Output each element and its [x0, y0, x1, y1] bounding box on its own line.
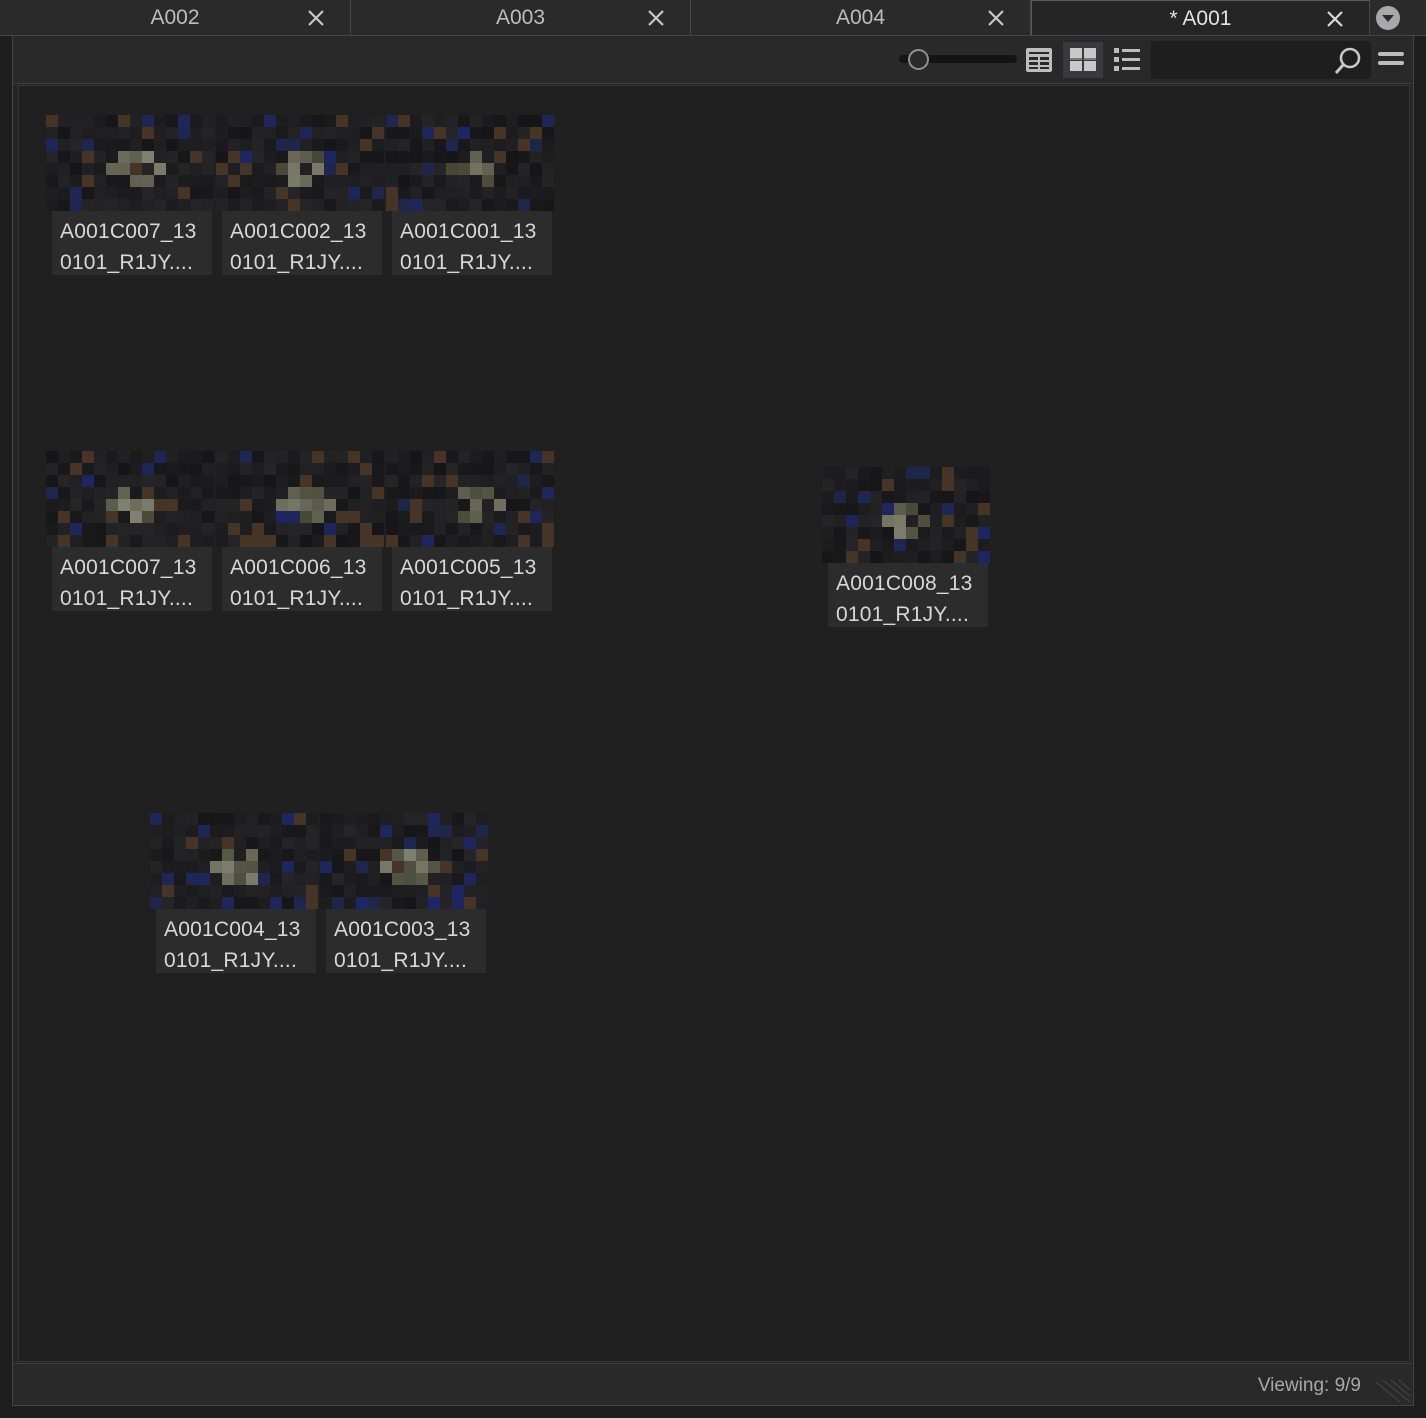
clip-name-line2: 0101_R1JY.... — [60, 251, 193, 274]
thumbnail-view-button[interactable] — [1063, 42, 1103, 78]
clip-thumbnail — [150, 813, 318, 909]
clip-name-line1: A001C007_13 — [60, 556, 197, 579]
clip-name-line1: A001C007_13 — [60, 220, 197, 243]
clip-thumbnail — [320, 813, 488, 909]
options-menu-icon[interactable] — [1377, 50, 1405, 72]
clip-name-line1: A001C008_13 — [836, 572, 973, 595]
tab-label: A002 — [150, 5, 200, 29]
clip-name-line2: 0101_R1JY.... — [230, 587, 363, 610]
clip-name: A001C007_13 0101_R1JY.... — [52, 547, 212, 611]
clip-name-line2: 0101_R1JY.... — [400, 251, 533, 274]
close-icon[interactable] — [306, 8, 326, 28]
chevron-down-icon — [1376, 6, 1400, 30]
clip-name-line1: A001C006_13 — [230, 556, 367, 579]
clip-name-line2: 0101_R1JY.... — [836, 603, 969, 626]
metadata-view-icon — [1026, 48, 1052, 72]
tab-a002[interactable]: A002 — [0, 0, 351, 36]
clip-thumbnail — [216, 451, 384, 547]
metadata-view-button[interactable] — [1019, 42, 1059, 78]
tab-label: A004 — [835, 5, 886, 29]
clip-name-line1: A001C001_13 — [400, 220, 537, 243]
clip-name: A001C005_13 0101_R1JY.... — [392, 547, 552, 611]
clip-thumbnail — [46, 115, 214, 211]
viewing-count: Viewing: 9/9 — [1257, 1375, 1361, 1396]
thumbnail-size-slider-handle[interactable] — [908, 49, 929, 70]
tab-a003[interactable]: A003 — [351, 0, 691, 36]
tab-label: * A001 — [1169, 6, 1232, 30]
clip-name: A001C003_13 0101_R1JY.... — [326, 909, 486, 973]
clip-name-line1: A001C002_13 — [230, 220, 367, 243]
media-pool-toolbar — [13, 36, 1413, 84]
tab-list-dropdown[interactable] — [1370, 0, 1426, 36]
clip-thumbnail — [46, 451, 214, 547]
clip-thumbnail — [822, 467, 990, 563]
clip-grid[interactable]: A001C007_13 0101_R1JY.... A001C002_13 01… — [18, 85, 1410, 1362]
search-icon[interactable] — [1333, 46, 1363, 76]
clip-name: A001C001_13 0101_R1JY.... — [392, 211, 552, 275]
close-icon[interactable] — [986, 8, 1006, 28]
clip-thumbnail — [386, 115, 554, 211]
clip-name-line2: 0101_R1JY.... — [164, 949, 297, 972]
clip-name-line2: 0101_R1JY.... — [400, 587, 533, 610]
thumbnail-view-icon — [1070, 48, 1096, 71]
clip-name-line2: 0101_R1JY.... — [60, 587, 193, 610]
status-bar: Viewing: 9/9 — [13, 1363, 1413, 1405]
clip-name: A001C008_13 0101_R1JY.... — [828, 563, 988, 627]
tab-label: A003 — [495, 5, 546, 29]
clip-name-line1: A001C003_13 — [334, 918, 471, 941]
tab-bar: A002 A003 A004 * A001 — [0, 0, 1426, 36]
clip-thumbnail — [386, 451, 554, 547]
clip-thumbnail — [216, 115, 384, 211]
list-view-icon — [1114, 48, 1140, 71]
media-pool-panel: A001C007_13 0101_R1JY.... A001C002_13 01… — [12, 35, 1414, 1406]
clip-name: A001C004_13 0101_R1JY.... — [156, 909, 316, 973]
list-view-button[interactable] — [1107, 42, 1147, 78]
clip-name-line2: 0101_R1JY.... — [334, 949, 467, 972]
clip-name-line1: A001C005_13 — [400, 556, 537, 579]
tab-a001[interactable]: * A001 — [1031, 0, 1370, 36]
close-icon[interactable] — [1325, 9, 1345, 29]
clip-name-line1: A001C004_13 — [164, 918, 301, 941]
clip-name: A001C002_13 0101_R1JY.... — [222, 211, 382, 275]
resize-grip-icon[interactable] — [1375, 1379, 1411, 1403]
tab-a004[interactable]: A004 — [691, 0, 1031, 36]
clip-name: A001C006_13 0101_R1JY.... — [222, 547, 382, 611]
clip-name-line2: 0101_R1JY.... — [230, 251, 363, 274]
clip-name: A001C007_13 0101_R1JY.... — [52, 211, 212, 275]
close-icon[interactable] — [646, 8, 666, 28]
